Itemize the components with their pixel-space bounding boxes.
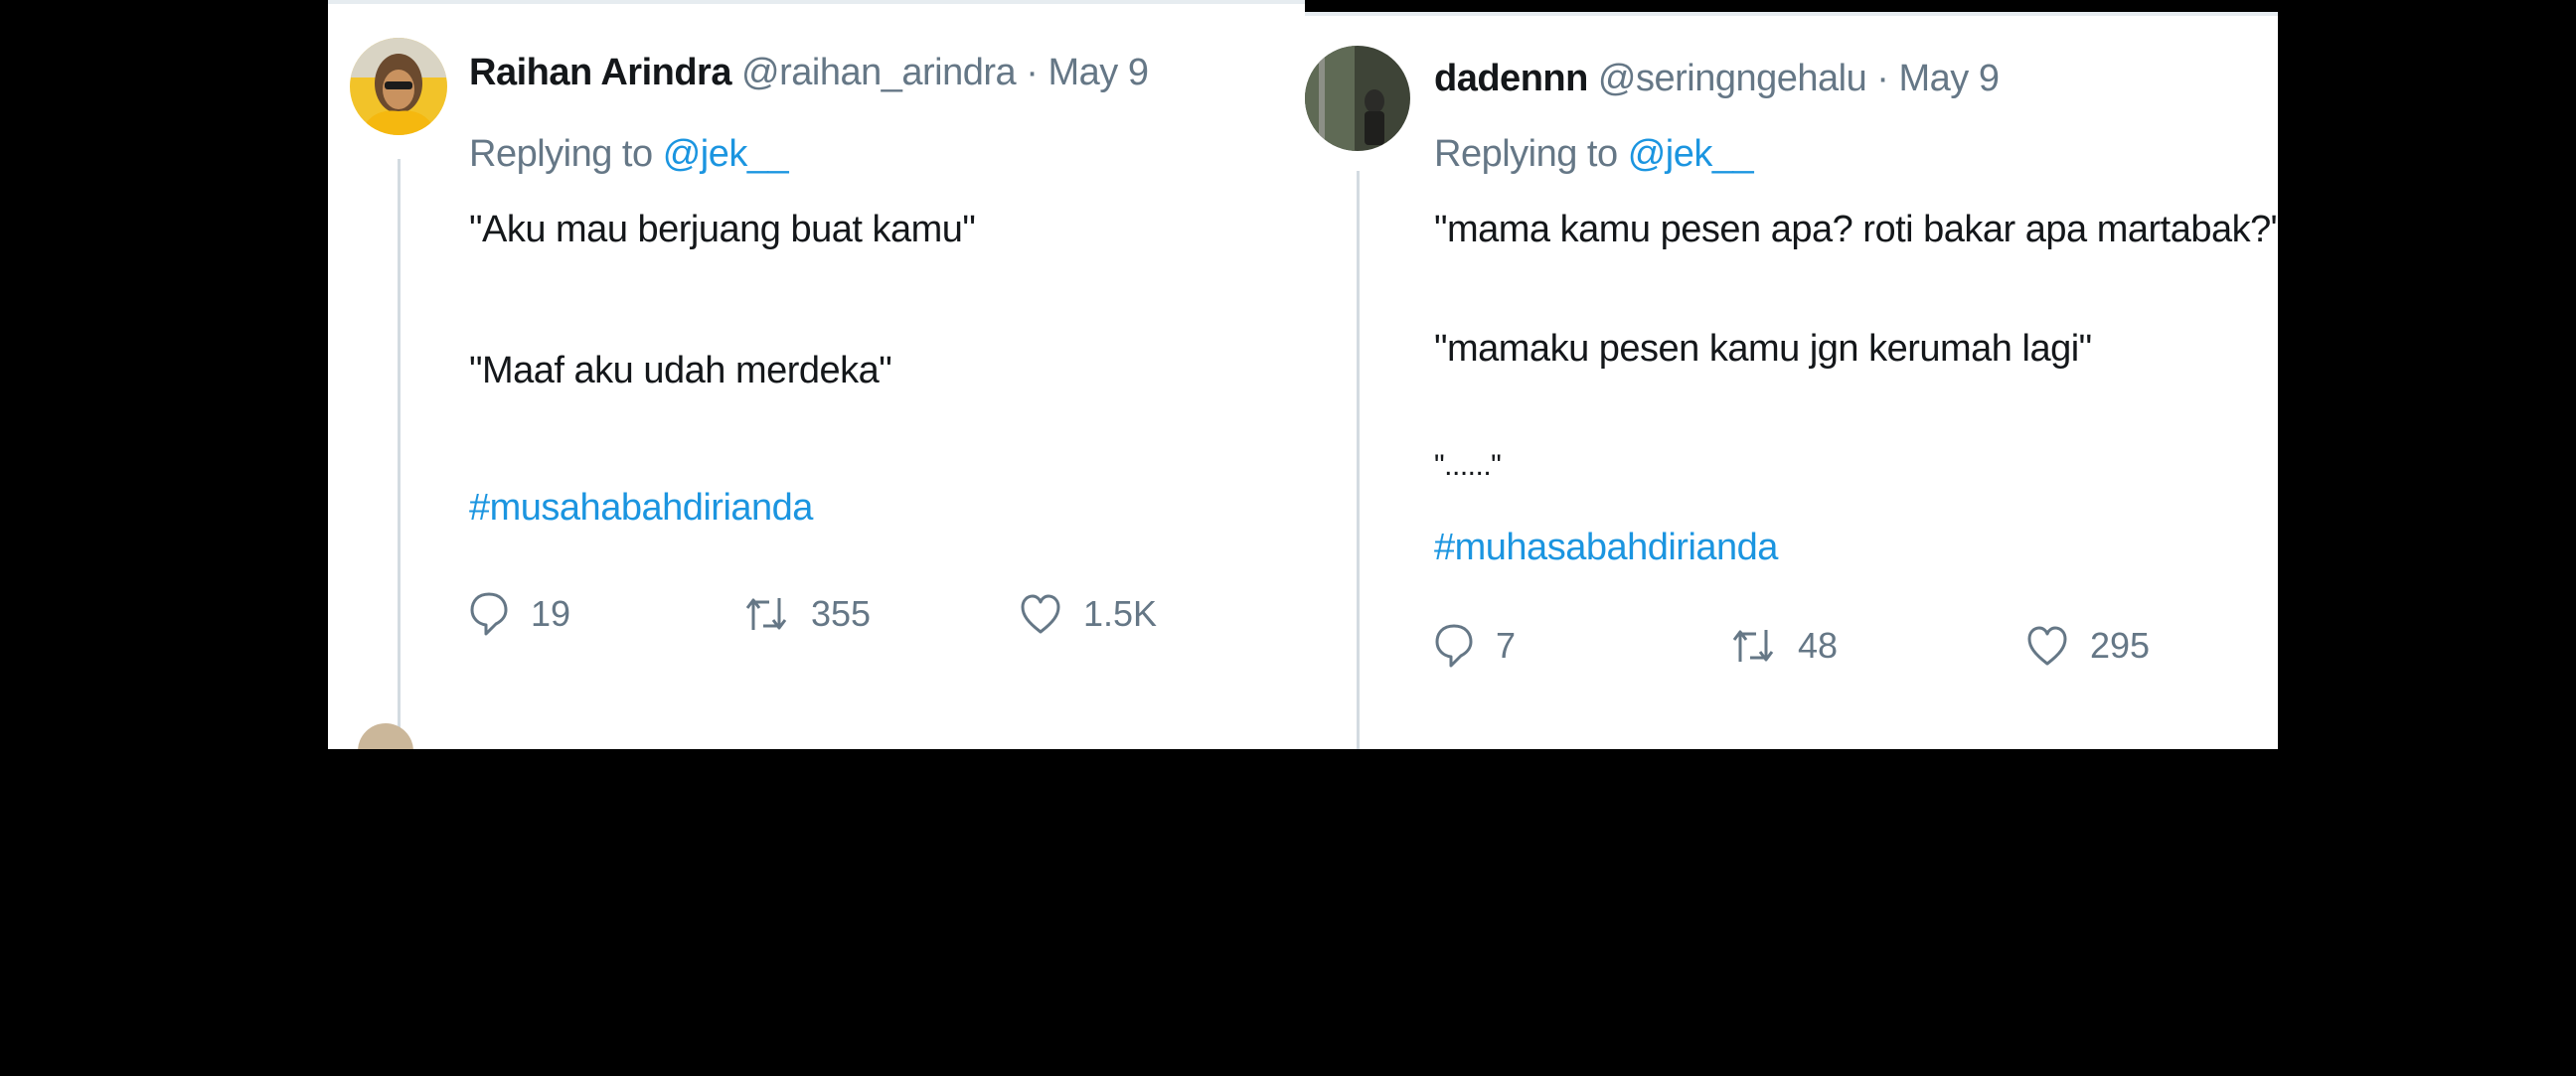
tweet-author[interactable]: dadennn @seringngehalu · May 9 [1434, 58, 2000, 100]
tweet-text-line: "......" [1434, 449, 1502, 482]
avatar[interactable] [350, 38, 447, 135]
retweet-count: 48 [1798, 625, 1839, 666]
divider [328, 0, 1305, 4]
reply-count: 7 [1496, 625, 1517, 666]
tweet-card-dadennn[interactable]: dadennn @seringngehalu · May 9 Replying … [1305, 12, 2278, 749]
tweet-text-line: "Maaf aku udah merdeka" [469, 350, 892, 391]
separator: · [1026, 52, 1039, 93]
divider [1305, 12, 2278, 16]
hashtag-link[interactable]: #musahabahdirianda [469, 487, 813, 530]
tweet-text-line: "mamaku pesen kamu jgn kerumah lagi" [1434, 328, 2092, 370]
heart-icon [1021, 594, 1060, 634]
retweet-icon [1732, 630, 1774, 662]
retweet-count: 355 [811, 593, 872, 634]
retweet-button[interactable]: 48 [1730, 622, 1838, 670]
reply-icon [1435, 624, 1473, 668]
retweet-icon [745, 598, 787, 630]
reply-button[interactable]: 7 [1434, 622, 1516, 670]
tweet-text-line: "Aku mau berjuang buat kamu" [469, 209, 976, 250]
replying-to: Replying to @jek__ [469, 133, 789, 176]
user-handle[interactable]: @seringngehalu [1598, 58, 1867, 99]
separator: · [1876, 58, 1889, 99]
tweet-author[interactable]: Raihan Arindra @raihan_arindra · May 9 [469, 52, 1149, 94]
retweet-button[interactable]: 355 [743, 590, 871, 638]
avatar[interactable] [1305, 46, 1410, 151]
display-name[interactable]: Raihan Arindra [469, 52, 731, 93]
replying-label: Replying to [1434, 133, 1618, 175]
avatar[interactable] [358, 723, 413, 749]
user-handle[interactable]: @raihan_arindra [741, 52, 1017, 93]
reply-button[interactable]: 19 [469, 590, 570, 638]
like-button[interactable]: 295 [2026, 622, 2150, 670]
replying-to: Replying to @jek__ [1434, 133, 1754, 176]
thread-line [1357, 171, 1360, 749]
reply-icon [470, 592, 508, 636]
hashtag-link[interactable]: #muhasabahdirianda [1434, 527, 1778, 569]
like-count: 1.5K [1083, 593, 1158, 634]
tweet-text-line: "mama kamu pesen apa? roti bakar apa mar… [1434, 209, 2278, 250]
mention-link[interactable]: @jek__ [1628, 133, 1754, 175]
replying-label: Replying to [469, 133, 653, 175]
like-count: 295 [2090, 625, 2151, 666]
tweet-date[interactable]: May 9 [1899, 58, 2000, 99]
reply-count: 19 [531, 593, 571, 634]
display-name[interactable]: dadennn [1434, 58, 1588, 99]
tweet-card-raihan[interactable]: Raihan Arindra @raihan_arindra · May 9 R… [328, 0, 1305, 749]
like-button[interactable]: 1.5K [1020, 590, 1157, 638]
thread-line [398, 159, 401, 749]
mention-link[interactable]: @jek__ [663, 133, 789, 175]
heart-icon [2027, 626, 2067, 666]
tweet-date[interactable]: May 9 [1047, 52, 1148, 93]
